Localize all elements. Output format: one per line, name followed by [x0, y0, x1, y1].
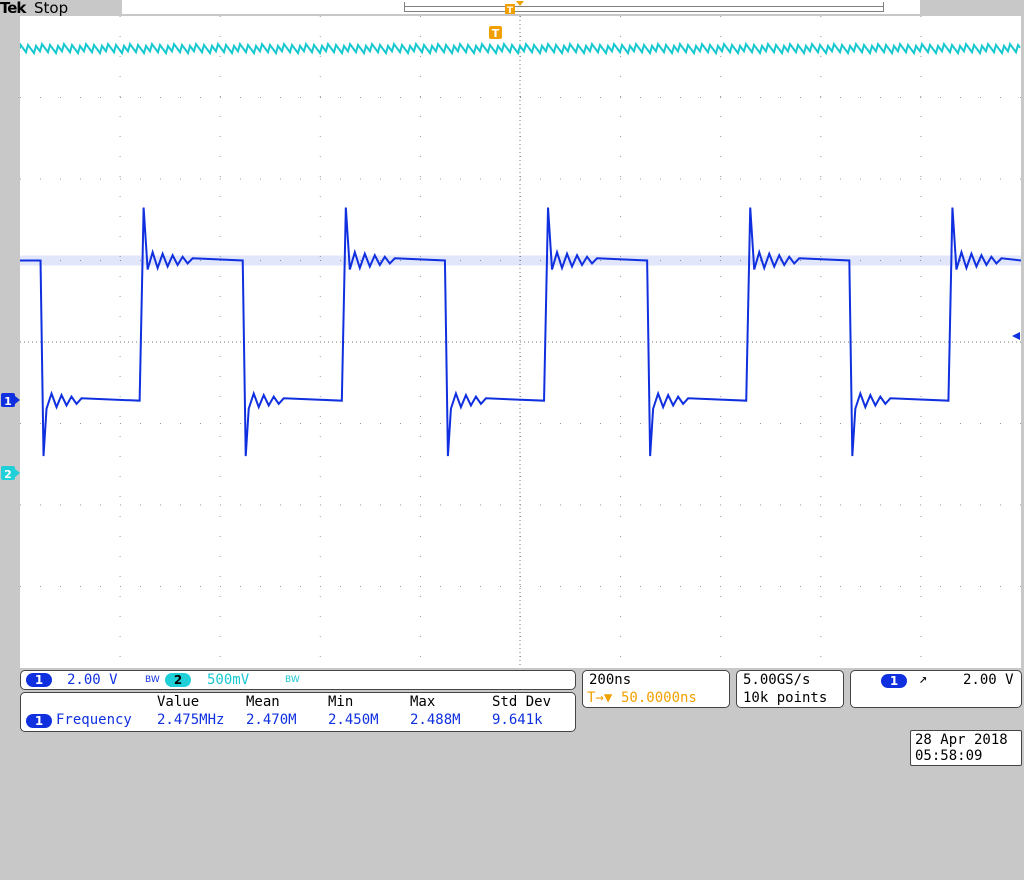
trigger-level: 2.00 V [963, 672, 1014, 688]
measure-header-value: Value [157, 694, 200, 710]
svg-text:1: 1 [4, 395, 12, 408]
ch2-scale: 500mV [207, 672, 250, 688]
measure-max: 2.488M [410, 712, 461, 728]
waveform-display[interactable]: T [20, 16, 1021, 668]
ch1-noise-band [20, 255, 1021, 266]
horizontal-delay: 50.0000ns [621, 690, 697, 706]
measure-channel-badge: 1 [26, 714, 52, 728]
sample-rate: 5.00GS/s [743, 672, 811, 688]
record-length: 10k points [743, 690, 828, 706]
ch2-waveform [20, 41, 1021, 56]
time-display: 05:58:09 [915, 748, 983, 764]
trigger-level-arrow [1012, 332, 1020, 340]
measure-name: Frequency [56, 712, 132, 728]
measurement-panel[interactable]: Value Mean Min Max Std Dev 1 Frequency 2… [20, 692, 576, 732]
measure-header-max: Max [410, 694, 436, 710]
measure-header-mean: Mean [246, 694, 280, 710]
oscilloscope-graticule: T [20, 16, 1021, 668]
datetime-panel: 28 Apr 2018 05:58:09 [910, 730, 1022, 766]
trigger-delay-icon: T→▼ [587, 690, 613, 706]
ch1-ground-marker: 1 [1, 393, 20, 408]
measure-header-min: Min [328, 694, 354, 710]
measure-value: 2.475MHz [157, 712, 225, 728]
acquisition-panel[interactable]: 5.00GS/s 10k points [736, 670, 844, 708]
date-display: 28 Apr 2018 [915, 732, 1008, 748]
ch2-bandwidth-icon: BW [285, 675, 300, 685]
graticule-grid [20, 16, 1021, 668]
measure-header-stddev: Std Dev [492, 694, 552, 710]
measure-mean: 2.470M [246, 712, 297, 728]
trigger-panel[interactable]: 1 ↗ 2.00 V [850, 670, 1022, 708]
svg-text:T: T [507, 6, 514, 16]
channel-settings-panel[interactable]: 1 2.00 V BW 2 500mV BW [20, 670, 576, 690]
ch1-bandwidth-icon: BW [145, 675, 160, 685]
measure-min: 2.450M [328, 712, 379, 728]
ch1-badge: 1 [26, 673, 52, 687]
trigger-t-marker: T [489, 26, 502, 40]
ch2-badge: 2 [165, 673, 191, 687]
channel-2-trace [20, 41, 1021, 56]
top-status-bar: Tek Stop T [0, 0, 1024, 21]
timebase-panel[interactable]: 200ns T→▼ 50.0000ns [582, 670, 730, 708]
ch1-scale: 2.00 V [67, 672, 118, 688]
horizontal-scale: 200ns [589, 672, 632, 688]
measure-stddev: 9.641k [492, 712, 543, 728]
ch2-ground-marker: 2 [1, 466, 20, 481]
channel-markers: 1 2 [1, 393, 20, 481]
trigger-source-badge: 1 [881, 674, 907, 688]
trigger-slope-icon: ↗ [919, 671, 928, 687]
svg-text:T: T [492, 27, 500, 40]
svg-text:2: 2 [4, 468, 12, 481]
